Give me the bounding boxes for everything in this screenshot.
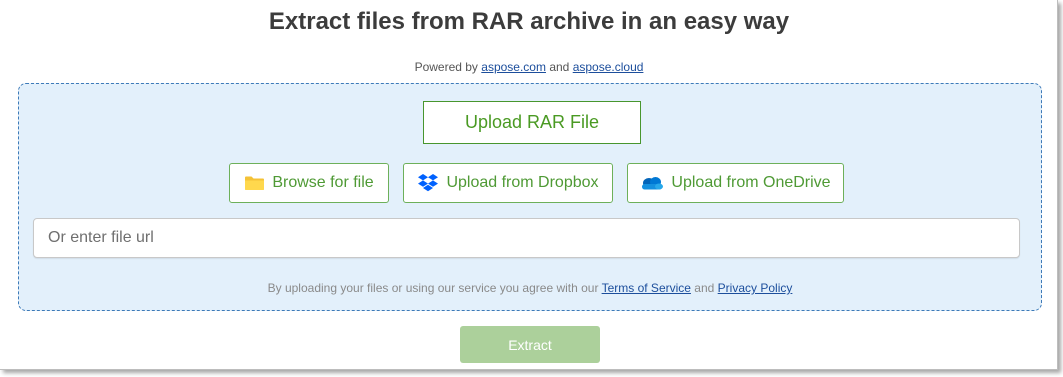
terms-notice: By uploading your files or using our ser… xyxy=(18,281,1042,295)
extract-button[interactable]: Extract xyxy=(460,326,600,363)
upload-from-dropbox-label: Upload from Dropbox xyxy=(446,174,599,191)
folder-icon xyxy=(244,175,265,191)
privacy-policy-link[interactable]: Privacy Policy xyxy=(718,281,793,295)
file-url-input[interactable] xyxy=(33,218,1020,258)
powered-by-line: Powered by aspose.com and aspose.cloud xyxy=(0,60,1058,74)
upload-from-onedrive-label: Upload from OneDrive xyxy=(671,174,831,191)
terms-prefix-text: By uploading your files or using our ser… xyxy=(267,281,599,295)
aspose-com-link[interactable]: aspose.com xyxy=(481,60,546,74)
powered-and-text: and xyxy=(549,60,570,74)
browse-for-file-button[interactable]: Browse for file xyxy=(229,163,389,203)
powered-by-text: Powered by xyxy=(414,60,478,74)
upload-from-onedrive-button[interactable]: Upload from OneDrive xyxy=(627,163,844,203)
browse-for-file-label: Browse for file xyxy=(272,174,374,191)
page-title: Extract files from RAR archive in an eas… xyxy=(268,8,790,35)
onedrive-icon xyxy=(640,175,664,191)
aspose-cloud-link[interactable]: aspose.cloud xyxy=(573,60,644,74)
dropbox-icon xyxy=(417,173,439,193)
terms-and-text: and xyxy=(694,281,715,295)
app-window: Extract files from RAR archive in an eas… xyxy=(0,0,1058,370)
terms-of-service-link[interactable]: Terms of Service xyxy=(602,281,691,295)
upload-rar-file-button[interactable]: Upload RAR File xyxy=(423,101,641,144)
upload-from-dropbox-button[interactable]: Upload from Dropbox xyxy=(403,163,613,203)
